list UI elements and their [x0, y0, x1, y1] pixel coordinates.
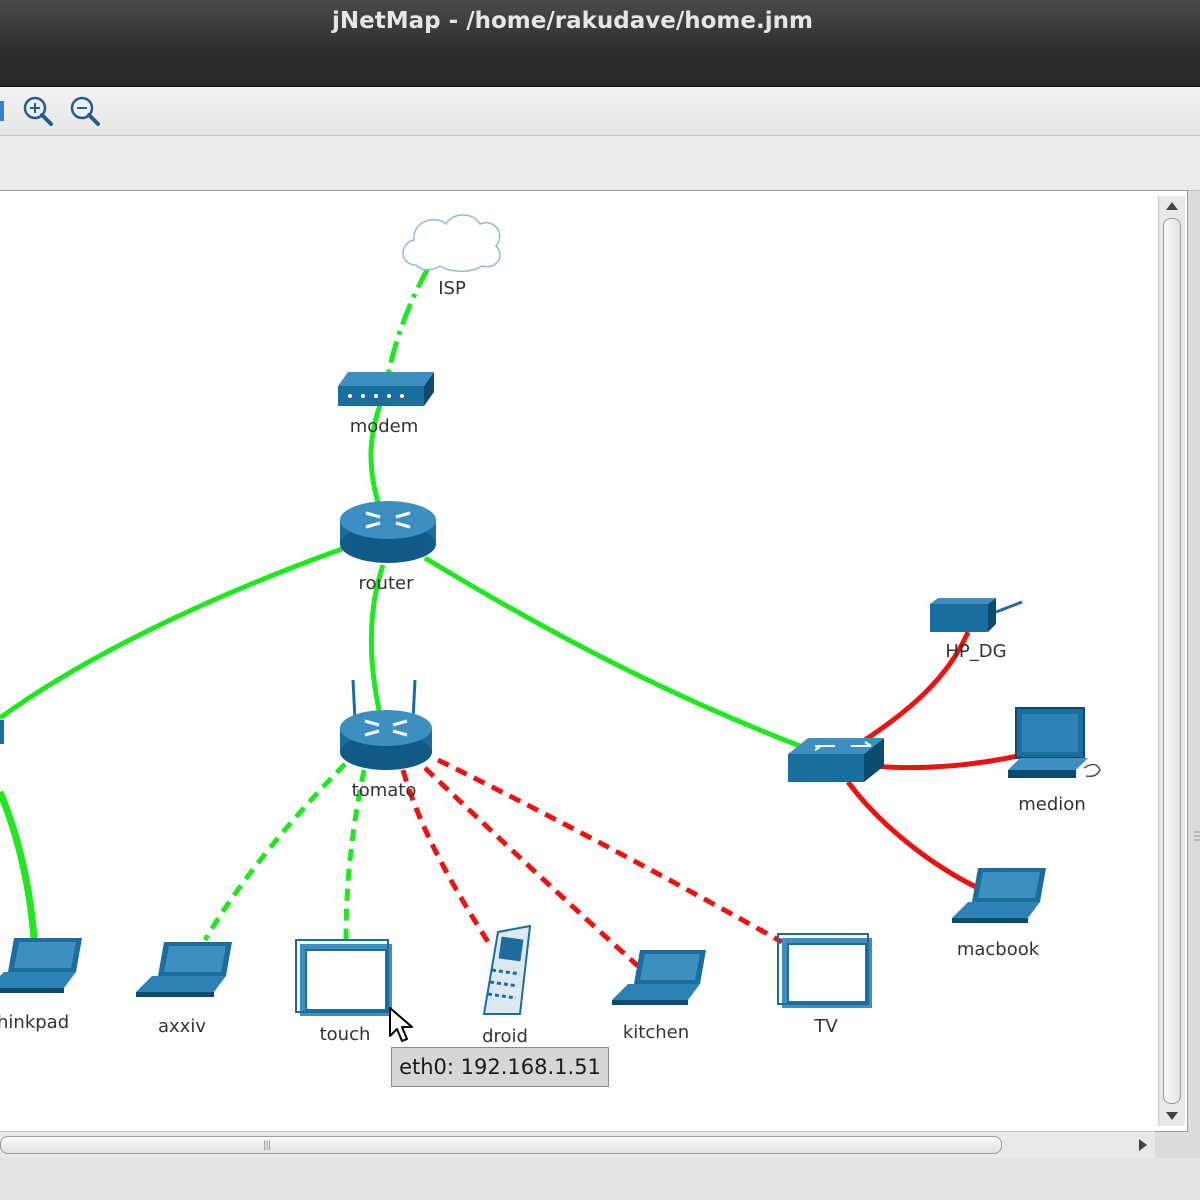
- scroll-right-icon[interactable]: [1139, 1139, 1147, 1151]
- laptop-icon: [0, 938, 82, 993]
- link-tomato-kitchen[interactable]: [423, 766, 640, 968]
- modem-icon: [338, 372, 434, 406]
- node-label-macbook: macbook: [957, 939, 1040, 960]
- laptop-icon: [612, 950, 706, 1005]
- zoom-out-button[interactable]: [67, 93, 103, 129]
- link-tomato-axxiv[interactable]: [202, 762, 347, 942]
- node-tv[interactable]: TV: [777, 933, 872, 1037]
- toolbar: [0, 87, 1200, 136]
- mouse-cursor-icon: [389, 1007, 413, 1042]
- vertical-scrollbar[interactable]: [1158, 196, 1185, 1126]
- horizontal-scroll-thumb[interactable]: |||: [0, 1136, 1002, 1154]
- laptop-icon: [136, 942, 232, 997]
- node-router[interactable]: router: [340, 501, 436, 594]
- node-hp_dg[interactable]: HP_DG: [930, 598, 1023, 662]
- node-thinkpad[interactable]: hinkpad: [0, 938, 82, 1033]
- node-label-router: router: [359, 573, 415, 594]
- node-switch[interactable]: [788, 738, 884, 782]
- link-router-offscreen[interactable]: [0, 546, 343, 721]
- link-switch-medion[interactable]: [871, 753, 1019, 771]
- splitter-grip-icon[interactable]: [1194, 826, 1200, 846]
- printer-icon: [930, 598, 1023, 632]
- node-medion[interactable]: medion: [1008, 707, 1101, 815]
- laptop-icon: [952, 868, 1046, 923]
- links: [0, 266, 1019, 968]
- node-modem[interactable]: modem: [338, 372, 434, 437]
- grip-icon: |||: [263, 1140, 271, 1151]
- switch-icon: [788, 738, 884, 782]
- window-title: jNetMap - /home/rakudave/home.jnm: [332, 8, 813, 34]
- horizontal-scrollbar[interactable]: |||: [0, 1131, 1155, 1158]
- node-label-droid: droid: [482, 1026, 528, 1047]
- link-isp-modem[interactable]: [384, 266, 431, 381]
- node-label-tv: TV: [813, 1016, 838, 1037]
- node-label-tomato: tomato: [352, 780, 417, 801]
- node-touch[interactable]: touch: [295, 939, 392, 1045]
- node-label-axxiv: axxiv: [158, 1016, 206, 1037]
- phone-icon: [482, 924, 532, 1015]
- scroll-down-icon[interactable]: [1166, 1112, 1178, 1120]
- toolbar-button-partial[interactable]: [0, 101, 4, 121]
- tooltip: eth0: 192.168.1.51: [391, 1047, 609, 1087]
- node-kitchen[interactable]: kitchen: [612, 950, 706, 1043]
- scroll-up-icon[interactable]: [1166, 202, 1178, 210]
- link-tomato-tv[interactable]: [436, 757, 784, 945]
- node-label-touch: touch: [320, 1024, 371, 1045]
- node-axxiv[interactable]: axxiv: [136, 942, 232, 1037]
- screen-icon: [777, 933, 872, 1008]
- node-label-hp_dg: HP_DG: [945, 641, 1006, 662]
- link-switch-macbook[interactable]: [845, 780, 984, 893]
- node-label-medion: medion: [1018, 794, 1085, 815]
- zoom-in-button[interactable]: [20, 93, 56, 129]
- title-bar[interactable]: jNetMap - /home/rakudave/home.jnm: [0, 0, 1200, 87]
- status-bar: [0, 1158, 1200, 1200]
- screen-icon: [295, 939, 392, 1016]
- wireless-router-icon: [340, 679, 432, 770]
- node-droid[interactable]: droid: [482, 924, 532, 1047]
- node-tomato[interactable]: tomato: [340, 679, 432, 801]
- cloud-icon: [402, 214, 501, 272]
- workstation-icon: [1008, 707, 1101, 778]
- node-label-kitchen: kitchen: [623, 1022, 689, 1043]
- link-router-switch[interactable]: [423, 555, 806, 751]
- node-label-thinkpad: hinkpad: [0, 1012, 69, 1033]
- toolbar-strip: [0, 136, 1200, 191]
- zoom-in-icon: [23, 96, 53, 126]
- node-label-modem: modem: [350, 416, 419, 437]
- node-label-isp: ISP: [438, 278, 466, 299]
- zoom-out-icon: [70, 96, 100, 126]
- link-offscreen-thinkpad[interactable]: [0, 790, 38, 939]
- router-icon: [340, 501, 436, 563]
- vertical-scroll-thumb[interactable]: [1163, 218, 1181, 1104]
- offscreen-device-stub[interactable]: [0, 720, 4, 744]
- network-map[interactable]: ISP modem router tomato HP_DG medion mac…: [0, 190, 1160, 1130]
